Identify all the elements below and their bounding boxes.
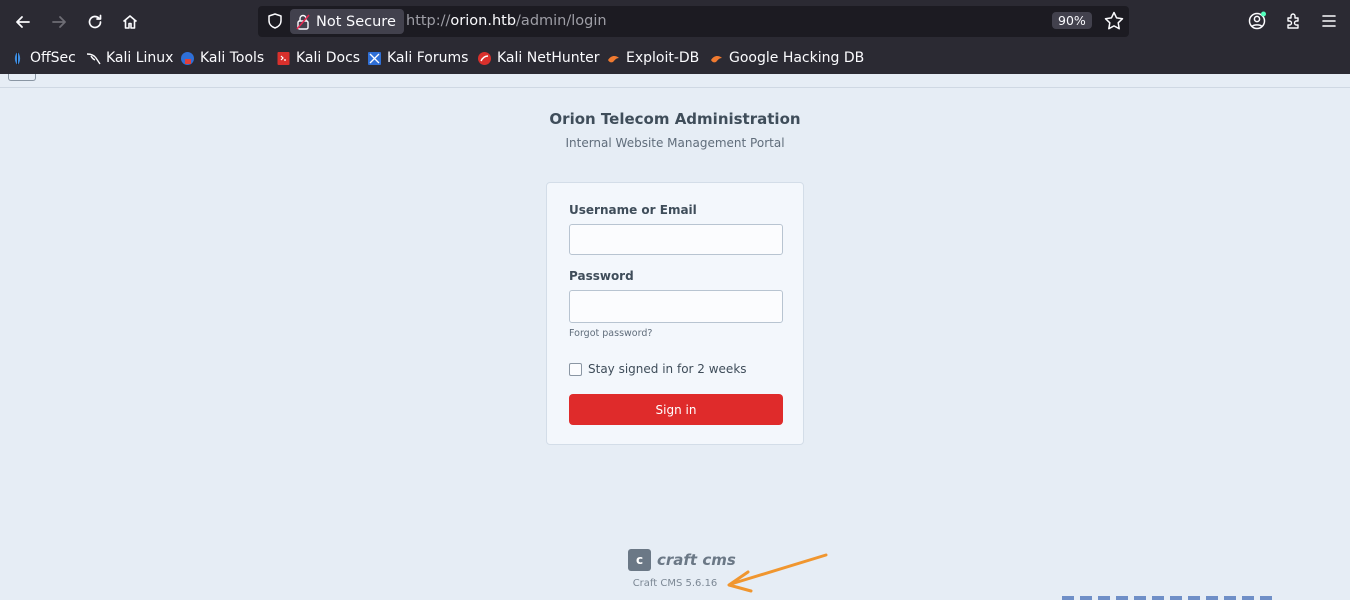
bookmark-star-icon[interactable] xyxy=(1103,10,1125,32)
menu-icon[interactable] xyxy=(1318,10,1340,32)
reload-icon xyxy=(88,14,102,29)
bookmark-kali-tools[interactable]: Kali Tools xyxy=(180,48,264,68)
bookmark-label: Kali NetHunter xyxy=(497,50,600,66)
url-host: orion.htb xyxy=(450,13,517,29)
login-form: Username or Email Password Forgot passwo… xyxy=(546,182,804,445)
exploit-db-icon xyxy=(608,55,619,62)
bookmark-exploit-db[interactable]: Exploit-DB xyxy=(606,48,699,68)
home-icon xyxy=(122,15,138,29)
remember-label[interactable]: Stay signed in for 2 weeks xyxy=(588,362,747,376)
tracking-shield-icon[interactable] xyxy=(266,12,284,30)
header-divider xyxy=(0,87,1350,88)
username-label: Username or Email xyxy=(569,203,697,217)
zoom-indicator[interactable]: 90% xyxy=(1052,12,1092,29)
bookmark-kali-linux[interactable]: Kali Linux xyxy=(86,48,173,68)
reload-button[interactable] xyxy=(81,8,109,36)
page-tab-stub xyxy=(8,74,36,81)
bookmark-label: OffSec xyxy=(30,50,76,66)
kali-dragon-icon xyxy=(86,52,101,64)
home-button[interactable] xyxy=(116,8,144,36)
bookmark-label: Exploit-DB xyxy=(626,50,700,66)
page-subtitle: Internal Website Management Portal xyxy=(565,136,785,150)
taskbar-tray-icons xyxy=(1062,596,1272,600)
bookmark-label: Google Hacking DB xyxy=(729,50,865,66)
url-scheme: http:// xyxy=(406,13,451,29)
bookmark-kali-forums[interactable]: Kali Forums xyxy=(367,48,468,68)
offsec-icon xyxy=(14,51,21,65)
bookmark-label: Kali Forums xyxy=(387,50,469,66)
address-bar[interactable]: Not Secure http://orion.htb/admin/login … xyxy=(258,6,1129,37)
craft-cms-logo[interactable]: c craft cms xyxy=(628,548,736,572)
url-path: /admin/login xyxy=(516,13,607,29)
url-text[interactable]: http://orion.htb/admin/login xyxy=(406,13,607,29)
ghdb-icon xyxy=(711,55,722,62)
kali-tools-icon xyxy=(181,51,194,65)
browser-chrome: Not Secure http://orion.htb/admin/login … xyxy=(0,0,1350,74)
back-arrow-icon xyxy=(16,16,30,28)
not-secure-indicator[interactable]: Not Secure xyxy=(290,9,404,34)
remember-checkbox[interactable] xyxy=(569,363,582,376)
insecure-lock-icon xyxy=(296,13,310,30)
bookmark-google-hacking-db[interactable]: Google Hacking DB xyxy=(709,48,864,68)
bookmark-label: Kali Linux xyxy=(106,50,174,66)
not-secure-label: Not Secure xyxy=(316,13,396,30)
kali-docs-icon xyxy=(277,51,290,65)
craft-logo-icon: c xyxy=(628,549,651,571)
bookmark-offsec[interactable]: OffSec xyxy=(10,48,76,68)
bookmark-kali-docs[interactable]: Kali Docs xyxy=(276,48,360,68)
page-content: Orion Telecom Administration Internal We… xyxy=(0,74,1350,600)
annotation-arrow-icon xyxy=(727,553,828,593)
username-input[interactable] xyxy=(569,224,783,255)
forgot-password-link[interactable]: Forgot password? xyxy=(569,328,652,339)
kali-forums-icon xyxy=(368,51,381,65)
nethunter-icon xyxy=(478,51,491,65)
forward-arrow-icon xyxy=(52,16,66,28)
bookmark-label: Kali Docs xyxy=(296,50,361,66)
cms-version: Craft CMS 5.6.16 xyxy=(632,578,718,589)
bookmark-kali-nethunter[interactable]: Kali NetHunter xyxy=(477,48,599,68)
bookmarks-toolbar: OffSec Kali Linux Kali Tools Kali Docs K… xyxy=(0,44,1350,72)
password-label: Password xyxy=(569,269,634,283)
sign-in-button[interactable]: Sign in xyxy=(569,394,783,425)
account-icon[interactable] xyxy=(1246,10,1268,32)
password-input[interactable] xyxy=(569,290,783,323)
page-title: Orion Telecom Administration xyxy=(549,110,801,128)
back-button[interactable] xyxy=(9,8,37,36)
bookmark-label: Kali Tools xyxy=(200,50,265,66)
forward-button[interactable] xyxy=(45,8,73,36)
extensions-icon[interactable] xyxy=(1283,10,1305,32)
